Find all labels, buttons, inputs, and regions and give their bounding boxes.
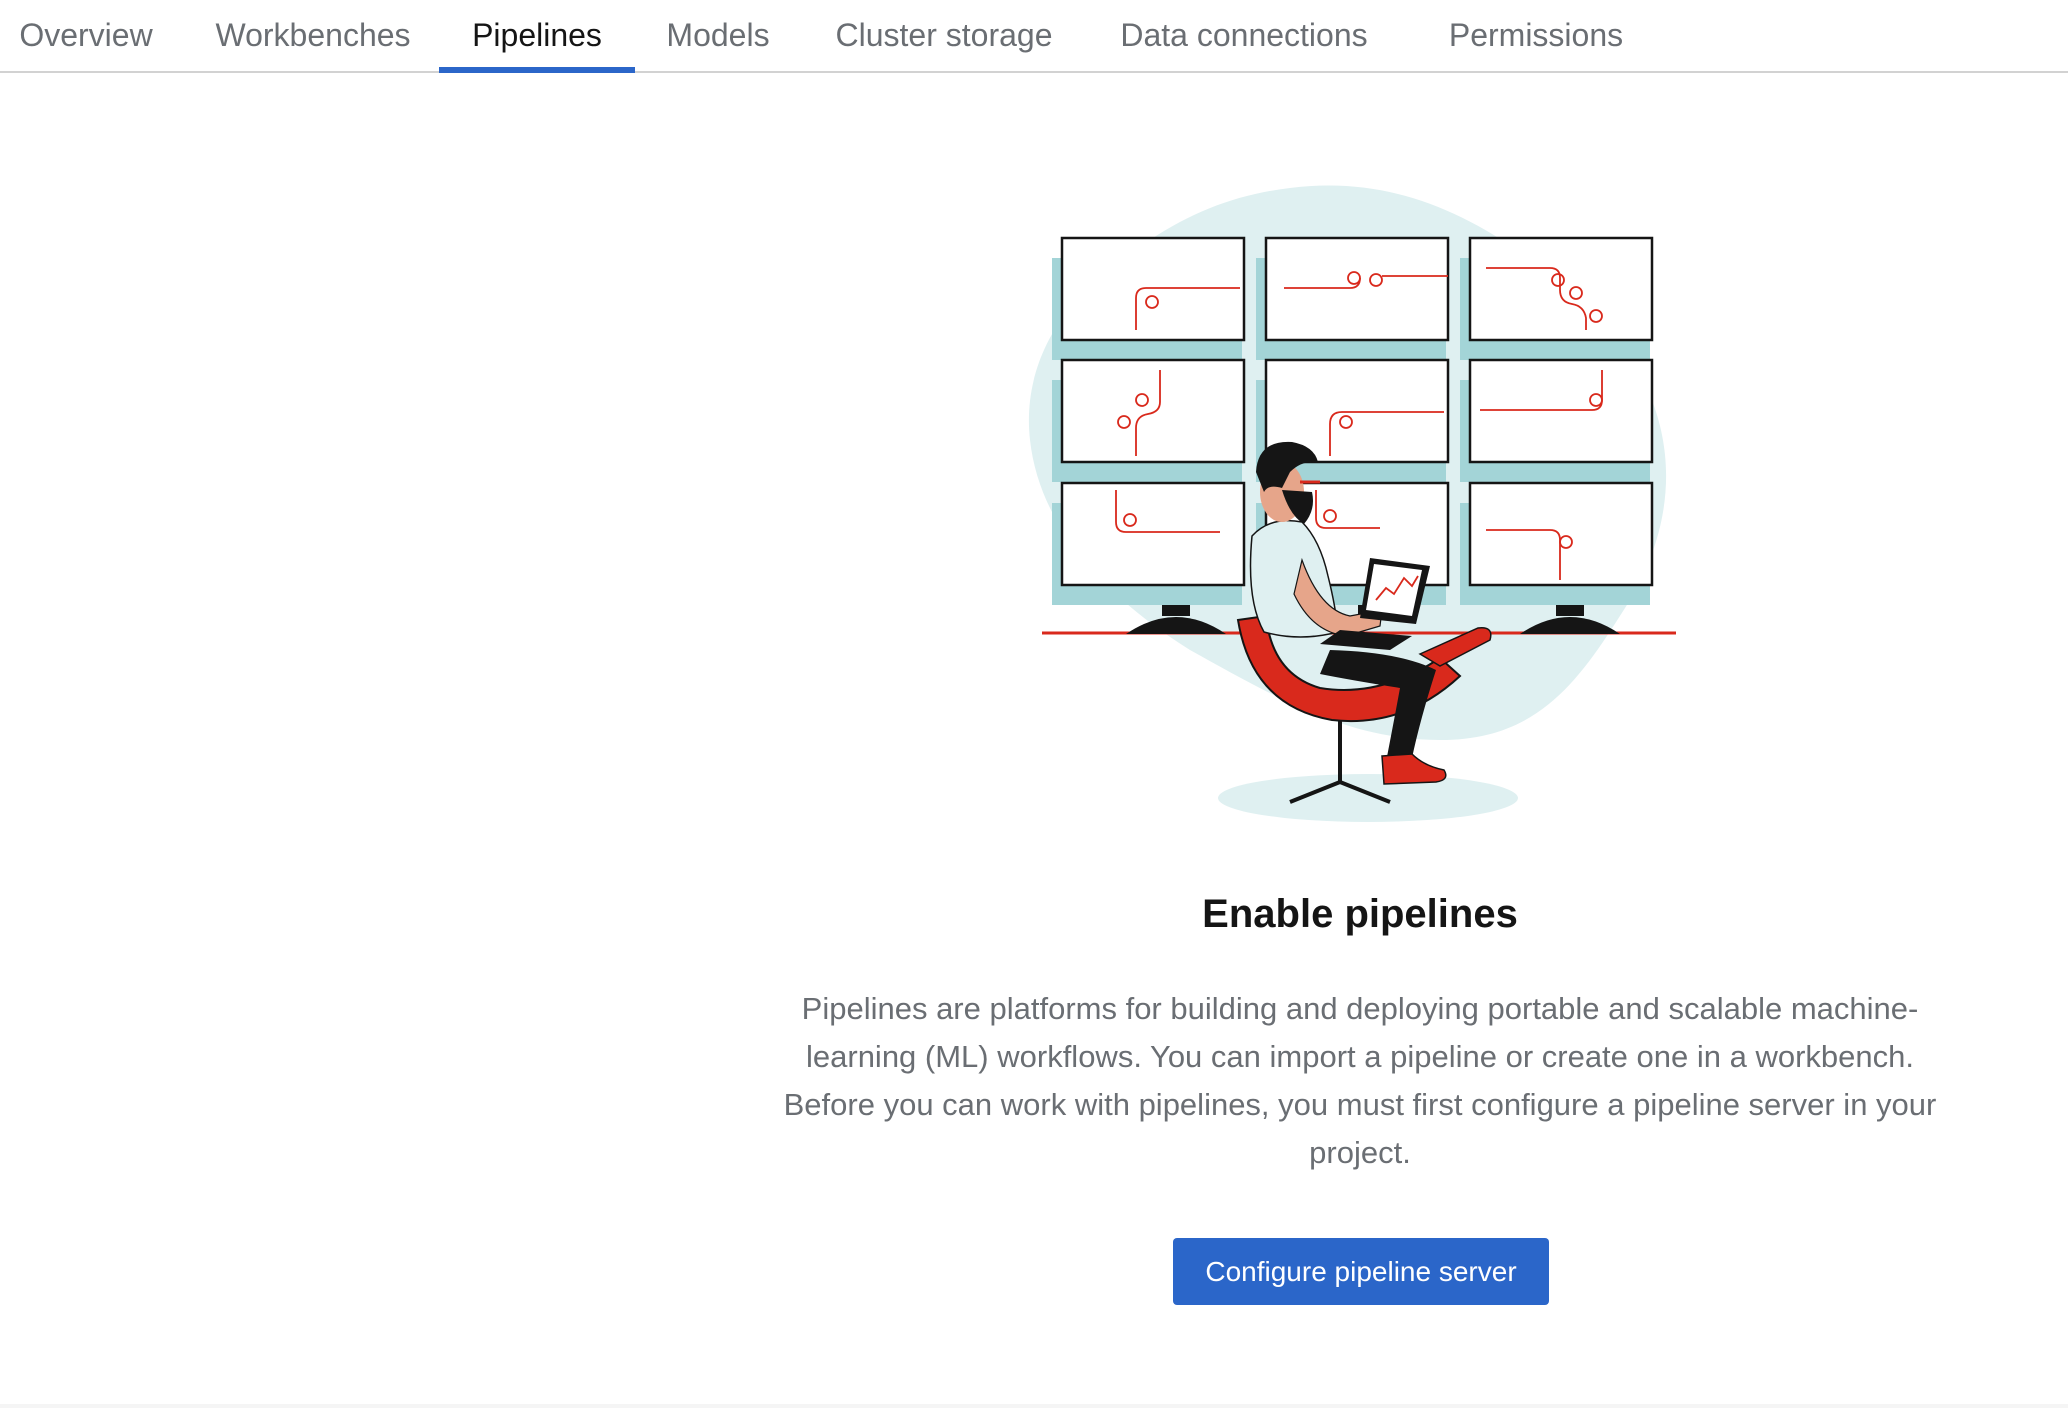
tab-pipelines[interactable]: Pipelines (439, 0, 635, 73)
tab-workbenches[interactable]: Workbenches (188, 0, 438, 71)
tab-overview[interactable]: Overview (0, 0, 172, 71)
footer-divider (0, 1404, 2068, 1408)
tab-data-connections[interactable]: Data connections (1100, 0, 1388, 71)
configure-pipeline-server-button[interactable]: Configure pipeline server (1173, 1238, 1549, 1305)
description-line: Pipelines are platforms for building and… (801, 991, 1919, 1026)
empty-state-title: Enable pipelines (1202, 892, 1518, 936)
description-line: project. (1309, 1135, 1411, 1170)
project-tabs: Overview Workbenches Pipelines Models Cl… (0, 0, 2068, 73)
tab-models[interactable]: Models (648, 0, 788, 71)
empty-state-description: Pipelines are platforms for building and… (760, 985, 1960, 1177)
tab-cluster-storage[interactable]: Cluster storage (820, 0, 1068, 71)
description-line: learning (ML) workflows. You can import … (806, 1039, 1914, 1074)
person-with-monitors-illustration (1020, 180, 1700, 840)
description-line: Before you can work with pipelines, you … (783, 1087, 1937, 1122)
tab-permissions[interactable]: Permissions (1420, 0, 1652, 71)
